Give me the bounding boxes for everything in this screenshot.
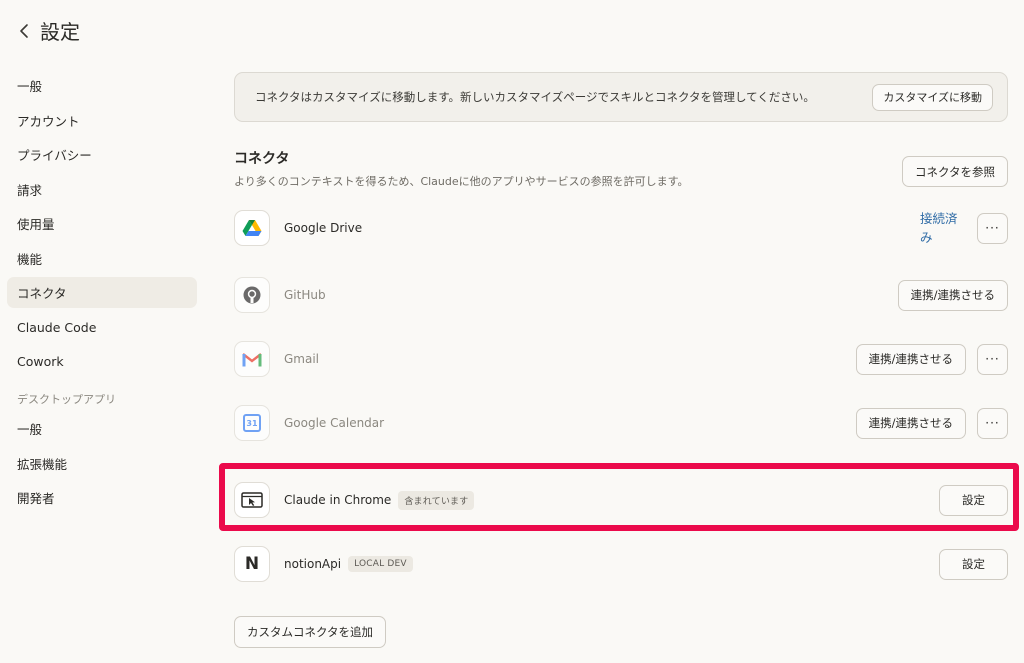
connector-actions: 設定 [939,548,1008,580]
connect-button[interactable]: 連携/連携させる [897,279,1008,311]
settings-button[interactable]: 設定 [939,548,1008,580]
sidebar-item-claude-code[interactable]: Claude Code [7,312,197,343]
go-to-customize-button[interactable]: カスタマイズに移動 [872,83,993,111]
sidebar-item-usage[interactable]: 使用量 [7,208,197,239]
browse-connectors-button[interactable]: コネクタを参照 [901,156,1008,187]
connector-name: Claude in Chrome [284,493,392,507]
connector-row-github: GitHub 連携/連携させる [234,270,1008,320]
connector-name: Google Calendar [284,416,385,430]
connector-row-google-drive: Google Drive 接続済み ··· [234,203,1008,253]
connector-name: GitHub [284,288,326,302]
notice-text: コネクタはカスタマイズに移動します。新しいカスタマイズページでスキルとコネクタを… [255,90,815,104]
connector-actions: 接続済み ··· [920,209,1008,247]
more-options-button[interactable]: ··· [977,407,1008,439]
connected-status-link[interactable]: 接続済み [920,209,966,247]
connector-row-gmail: Gmail 連携/連携させる ··· [234,334,1008,384]
browser-cursor-icon [234,482,270,518]
sidebar-item-features[interactable]: 機能 [7,243,197,274]
settings-page: 設定 一般 アカウント プライバシー 請求 使用量 機能 コネクタ Claude… [0,0,1024,663]
customize-notice-banner: コネクタはカスタマイズに移動します。新しいカスタマイズページでスキルとコネクタを… [234,72,1008,122]
sidebar-item-connectors[interactable]: コネクタ [7,277,197,308]
connector-row-notion-api: N notionApi LOCAL DEV 設定 [234,539,1008,589]
sidebar-item-cowork[interactable]: Cowork [7,346,197,377]
settings-button[interactable]: 設定 [939,484,1008,516]
add-custom-connector-button[interactable]: カスタムコネクタを追加 [234,616,387,648]
calendar-date-text: 31 [243,414,261,432]
connect-button[interactable]: 連携/連携させる [855,343,966,375]
sidebar-item-extensions[interactable]: 拡張機能 [7,448,197,479]
settings-sidebar: 一般 アカウント プライバシー 請求 使用量 機能 コネクタ Claude Co… [7,70,197,517]
connectors-main: コネクタはカスタマイズに移動します。新しいカスタマイズページでスキルとコネクタを… [234,72,1008,194]
more-options-button[interactable]: ··· [977,212,1008,244]
connector-actions: 設定 [939,484,1008,516]
local-dev-badge: LOCAL DEV [348,556,413,572]
connector-row-claude-in-chrome: Claude in Chrome 含まれています 設定 [234,475,1008,525]
back-chevron-icon[interactable] [16,19,32,43]
connector-actions: 連携/連携させる [897,279,1008,311]
connector-actions: 連携/連携させる ··· [855,407,1008,439]
connect-button[interactable]: 連携/連携させる [855,407,966,439]
page-header: 設定 [16,16,80,45]
more-options-button[interactable]: ··· [977,343,1008,375]
included-badge: 含まれています [398,490,475,510]
connector-name: notionApi [284,557,342,571]
sidebar-item-privacy[interactable]: プライバシー [7,139,197,170]
sidebar-item-general[interactable]: 一般 [7,70,197,101]
sidebar-section-desktop-app: デスクトップアプリ [17,393,116,406]
connector-name: Google Drive [284,221,363,235]
connector-name: Gmail [284,352,320,366]
section-title: コネクタ [234,151,290,167]
sidebar-item-desktop-general[interactable]: 一般 [7,413,197,444]
notion-icon: N [234,546,270,582]
sidebar-item-billing[interactable]: 請求 [7,174,197,205]
notion-letter: N [244,554,260,574]
google-drive-icon [234,210,270,246]
connectors-section-header: コネクタ より多くのコンテキストを得るため、Claudeに他のアプリやサービスの… [234,148,1008,194]
connector-actions: 連携/連携させる ··· [855,343,1008,375]
sidebar-item-account[interactable]: アカウント [7,105,197,136]
github-icon [234,277,270,313]
google-calendar-icon: 31 [234,405,270,441]
section-description: より多くのコンテキストを得るため、Claudeに他のアプリやサービスの参照を許可… [234,175,689,188]
sidebar-item-developer[interactable]: 開発者 [7,482,197,513]
connector-row-google-calendar: 31 Google Calendar 連携/連携させる ··· [234,398,1008,448]
gmail-icon [234,341,270,377]
page-title: 設定 [40,20,80,44]
